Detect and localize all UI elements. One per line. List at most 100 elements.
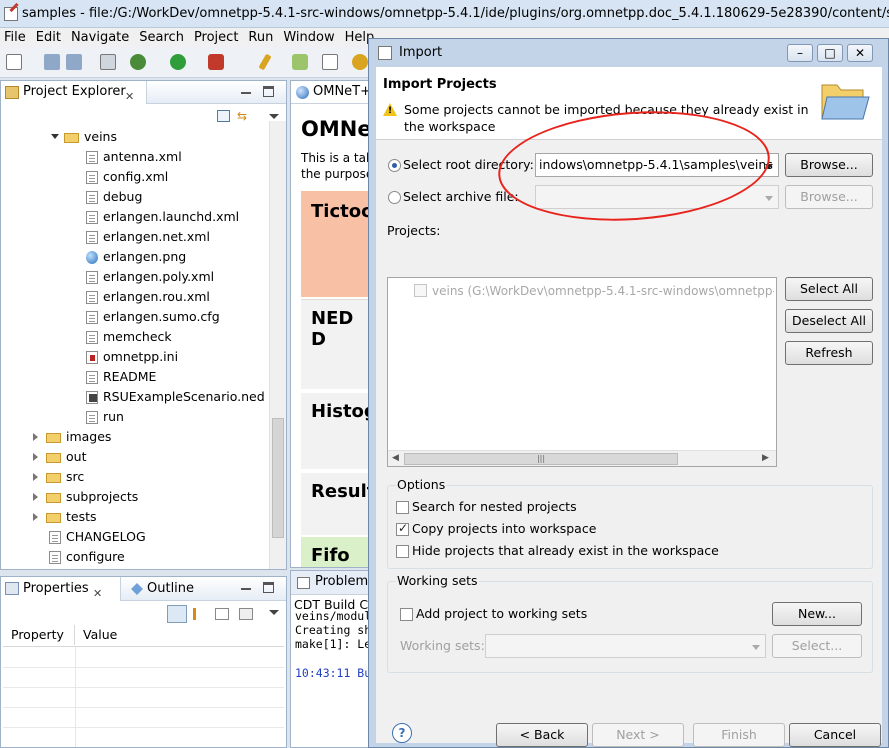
hide-existing-checkbox[interactable] [396,545,409,558]
chevron-down-icon[interactable] [765,196,773,201]
close-button[interactable]: ✕ [847,44,873,62]
refresh-button[interactable]: Refresh [785,341,873,365]
finish-button[interactable]: Finish [693,723,785,747]
working-sets-combo[interactable] [485,634,766,658]
copy-projects-checkbox[interactable] [396,521,409,536]
menu-navigate[interactable]: Navigate [66,28,134,47]
browse-directory-button[interactable]: Browse... [785,153,873,177]
deselect-all-button[interactable]: Deselect All [785,309,873,333]
section-result[interactable]: Result [301,473,369,535]
cancel-button[interactable]: Cancel [789,723,881,747]
next-button[interactable]: Next > [592,723,684,747]
chevron-down-icon[interactable] [752,645,760,650]
view-menu-icon[interactable] [269,610,279,615]
section-ned[interactable]: NED D [301,299,369,389]
projects-hscrollbar[interactable]: ◀ ||| ▶ [388,450,776,466]
image-file-icon [86,251,98,264]
tab-outline[interactable]: Outline [129,577,194,601]
collapsed-arrow-icon[interactable] [33,453,38,461]
scroll-left-icon[interactable]: ◀ [392,453,399,463]
menu-search[interactable]: Search [134,28,189,47]
file-icon [86,331,98,344]
collapsed-arrow-icon[interactable] [33,493,38,501]
categories-icon[interactable] [167,605,187,623]
menu-edit[interactable]: Edit [31,28,66,47]
scroll-right-icon[interactable]: ▶ [762,453,769,463]
property-column-header[interactable]: Property [3,625,75,645]
view-menu-icon[interactable] [269,114,279,119]
file-icon [86,411,98,424]
new-working-set-button[interactable]: New... [772,602,862,626]
menu-project[interactable]: Project [189,28,243,47]
tree-item-label: veins [84,129,117,144]
pin-icon[interactable] [215,608,229,620]
search-nested-checkbox[interactable] [396,501,409,514]
maximize-icon[interactable] [263,582,274,593]
ned-file-icon [86,391,98,404]
filter-icon[interactable] [193,608,207,620]
add-to-working-sets-checkbox[interactable] [400,608,413,621]
tab-project-explorer[interactable]: Project Explorer ✕ [1,81,147,104]
close-icon[interactable]: ✕ [125,86,134,108]
tree-item-label: README [103,369,157,384]
external-tools-icon[interactable] [208,54,224,70]
menu-file[interactable]: File [0,28,31,47]
section-histogram[interactable]: Histog [301,393,369,469]
back-button[interactable]: < Back [496,723,588,747]
value-column-header[interactable]: Value [75,625,117,645]
maximize-icon[interactable] [263,86,274,97]
tree-item-label: tests [66,509,97,524]
open-task-icon[interactable] [352,54,368,70]
console-line: Creating sh [295,623,370,637]
tree-item-label: run [103,409,124,424]
menu-window[interactable]: Window [278,28,339,47]
maximize-button[interactable]: □ [817,44,843,62]
select-working-set-button[interactable]: Select... [772,634,862,658]
menu-run[interactable]: Run [243,28,278,47]
projects-label: Projects: [387,223,441,238]
new-icon[interactable] [6,54,22,70]
restore-default-icon[interactable] [239,608,253,620]
archive-file-radio[interactable] [388,191,401,204]
open-type-icon[interactable] [322,54,338,70]
folder-open-icon [64,133,79,143]
file-icon [86,291,98,304]
save-icon[interactable] [44,54,60,70]
select-all-button[interactable]: Select All [785,277,873,301]
collapsed-arrow-icon[interactable] [33,513,38,521]
tab-omnetpp[interactable]: OMNeT++ [291,81,369,104]
minimize-button[interactable]: – [787,44,813,62]
working-sets-group: Working sets Add project to working sets… [387,573,873,673]
build-icon[interactable] [100,54,116,70]
save-all-icon[interactable] [66,54,82,70]
file-icon [86,231,98,244]
section-tictoc[interactable]: Tictoc [301,191,369,297]
tree-item-label: erlangen.launchd.xml [103,209,240,224]
minimize-icon[interactable] [241,86,251,94]
expanded-arrow-icon[interactable] [51,134,59,139]
scrollbar-thumb[interactable] [272,418,284,538]
minimize-icon[interactable] [241,582,251,590]
new-project-icon[interactable] [292,54,308,70]
root-directory-radio[interactable] [388,159,401,172]
project-explorer-scrollbar[interactable] [269,121,286,569]
folder-icon [46,433,61,443]
project-checkbox[interactable] [414,284,427,297]
collapsed-arrow-icon[interactable] [33,473,38,481]
copy-projects-label: Copy projects into workspace [412,521,597,536]
wand-icon[interactable] [258,53,272,71]
tab-problems[interactable]: Problems [291,571,369,595]
projects-list[interactable]: veins (G:\WorkDev\omnetpp-5.4.1-src-wind… [387,277,777,467]
browse-archive-button[interactable]: Browse... [785,185,873,209]
section-fifo[interactable]: Fifo [301,537,369,567]
run-icon[interactable] [170,54,186,70]
tab-properties[interactable]: Properties ✕ [1,577,121,601]
scrollbar-thumb[interactable]: ||| [404,453,678,465]
close-icon[interactable]: ✕ [93,582,102,606]
collapsed-arrow-icon[interactable] [33,433,38,441]
debug-icon[interactable] [130,54,146,70]
list-item[interactable]: veins (G:\WorkDev\omnetpp-5.4.1-src-wind… [394,282,774,300]
help-icon[interactable]: ? [392,723,412,743]
import-icon [378,46,392,60]
tree-item-label: memcheck [103,329,172,344]
